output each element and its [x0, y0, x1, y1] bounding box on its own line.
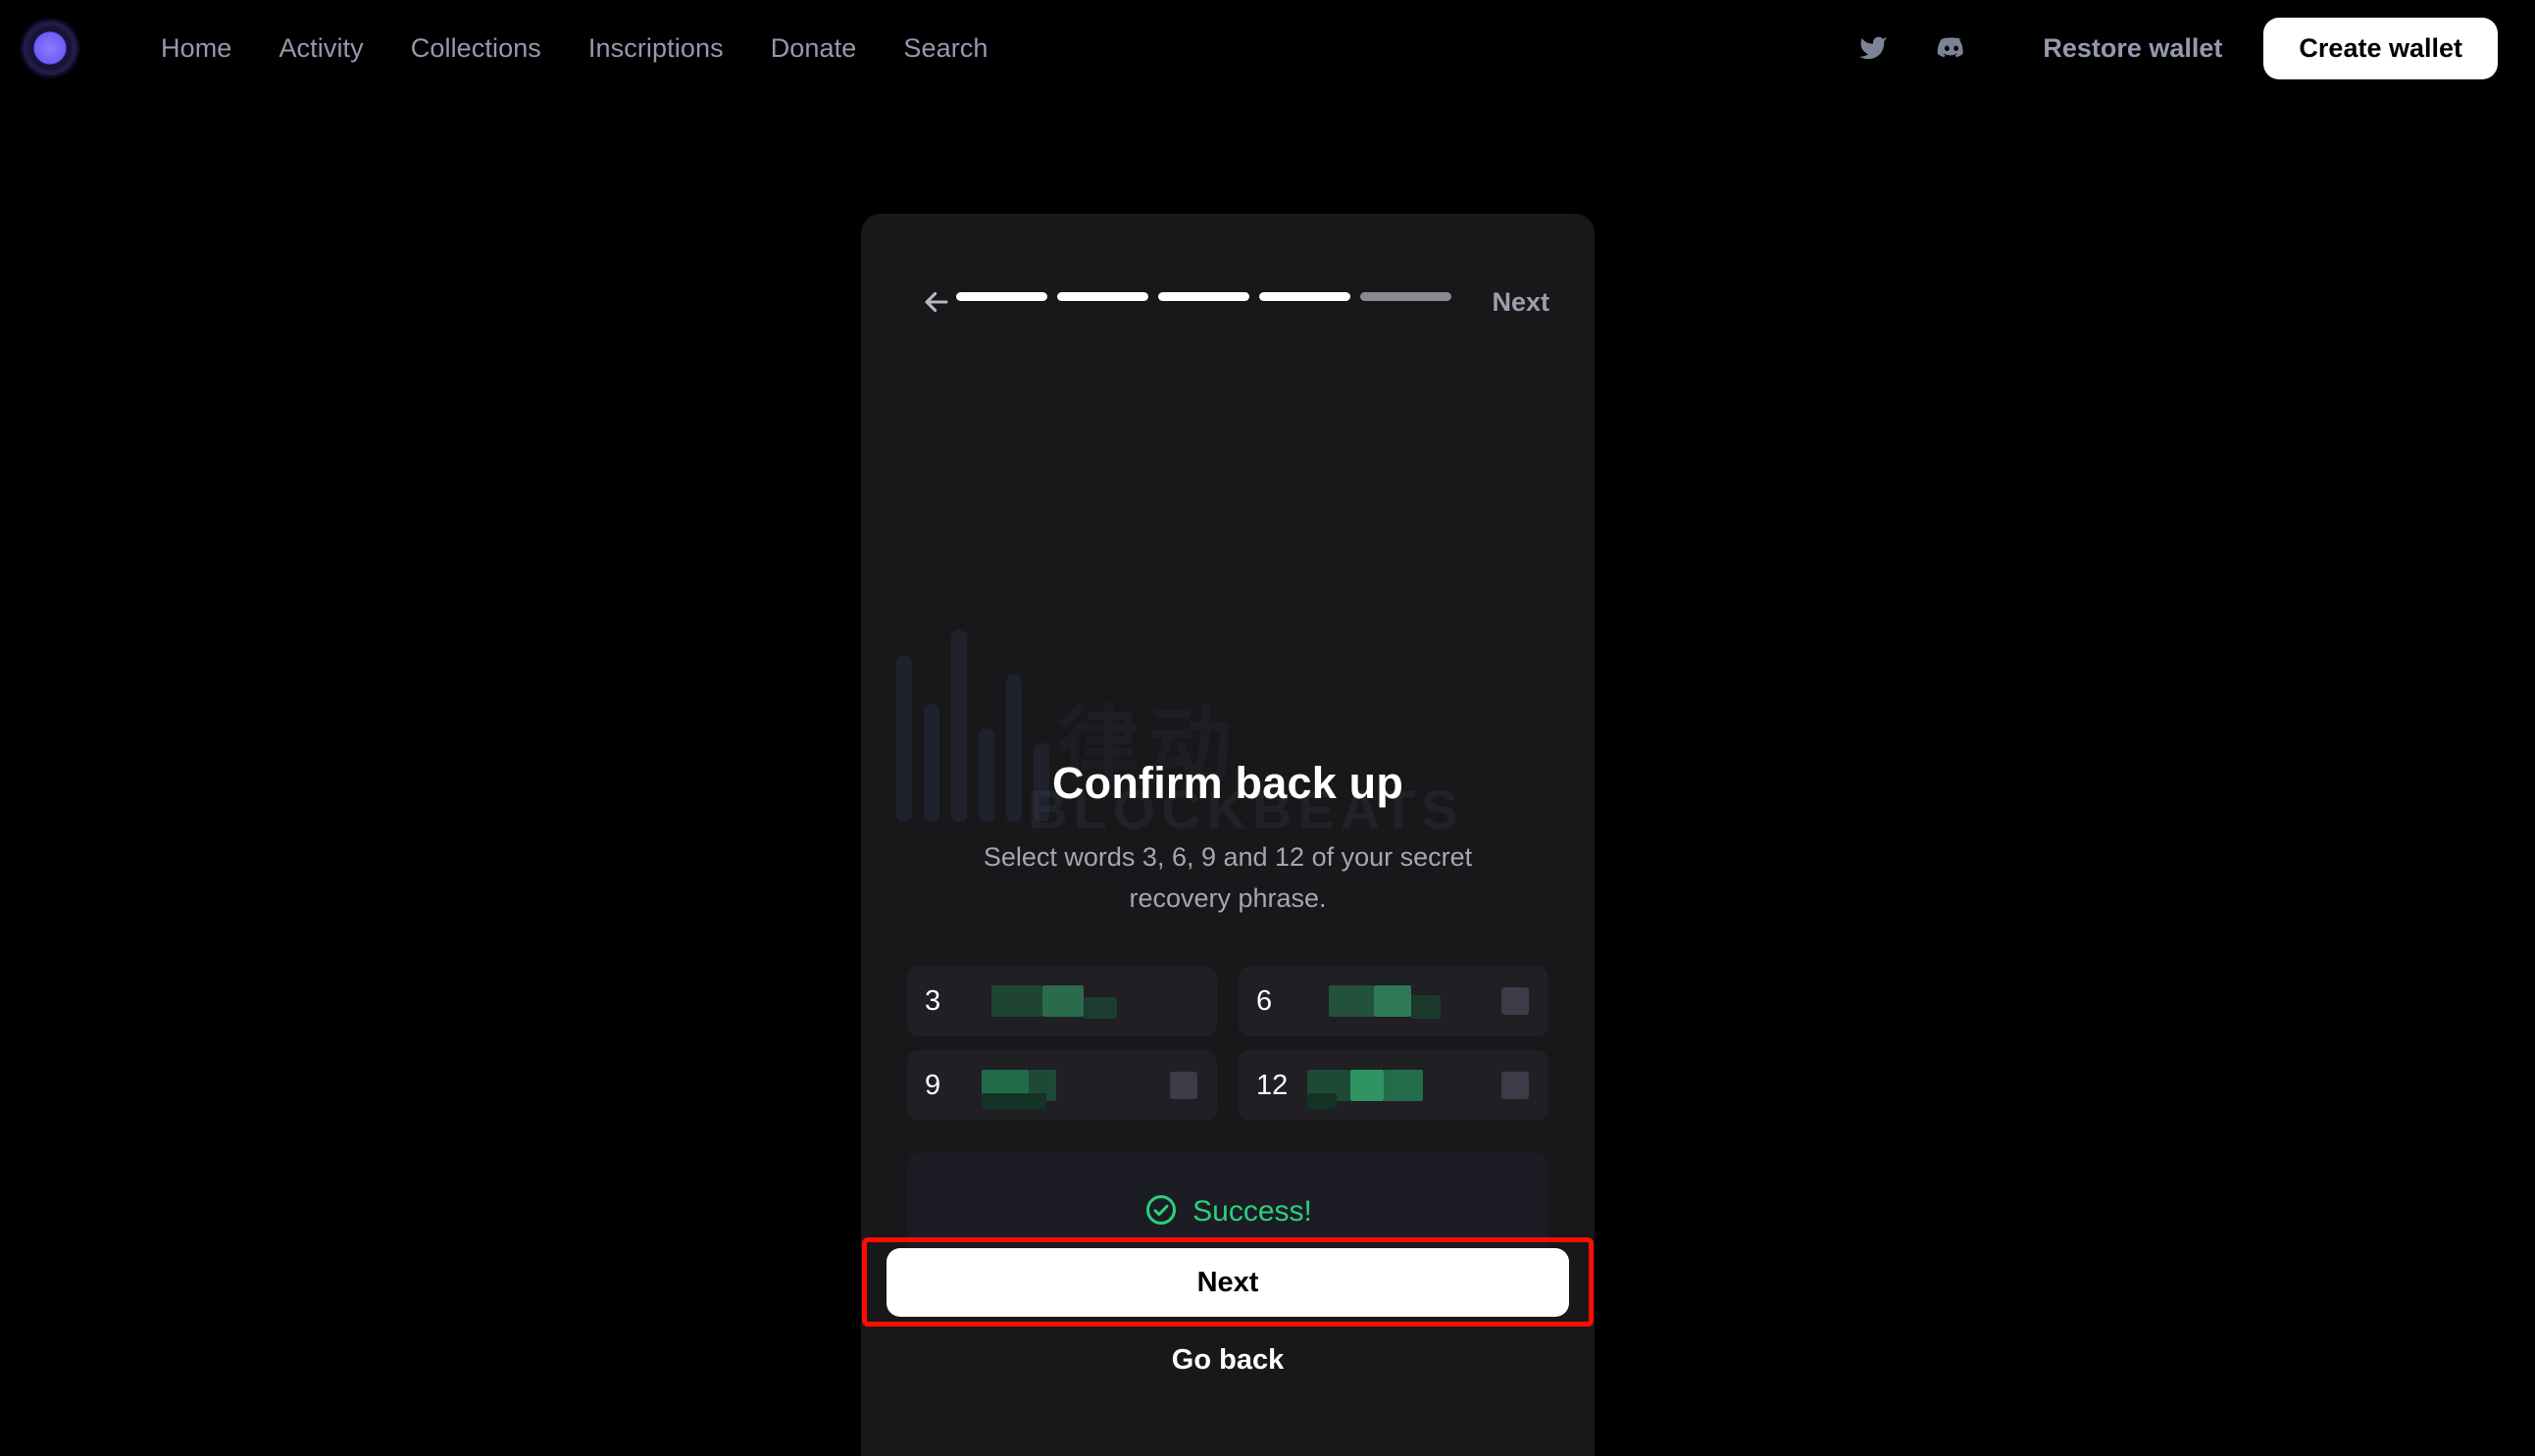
progress-segment-5	[1360, 292, 1451, 301]
twitter-icon[interactable]	[1851, 25, 1896, 71]
onboarding-card: 律动 BLOCKBEATS Next Confirm back up Selec…	[861, 214, 1595, 1456]
nav-item-home[interactable]: Home	[137, 33, 255, 64]
word-value-redacted	[972, 1064, 1199, 1109]
create-wallet-button[interactable]: Create wallet	[2263, 17, 2498, 79]
nav-item-search[interactable]: Search	[880, 33, 1011, 64]
status-badge: Success!	[1192, 1195, 1312, 1228]
progress-segment-4	[1259, 292, 1350, 301]
clear-word-chip[interactable]	[1501, 987, 1529, 1015]
discord-icon[interactable]	[1929, 25, 1974, 71]
word-index-label: 12	[1256, 1069, 1289, 1101]
restore-wallet-link[interactable]: Restore wallet	[2043, 33, 2222, 64]
nav-item-donate[interactable]: Donate	[747, 33, 881, 64]
go-back-link[interactable]: Go back	[861, 1327, 1595, 1377]
arrow-left-icon[interactable]	[914, 273, 959, 331]
page-title: Confirm back up	[1051, 758, 1404, 808]
word-index-label: 3	[925, 984, 941, 1017]
word-confirmation-grid: 3 6 9 12	[907, 966, 1548, 1121]
card-next-link[interactable]: Next	[1492, 273, 1549, 331]
word-input-6[interactable]: 6	[1239, 966, 1548, 1036]
nav-item-activity[interactable]: Activity	[255, 33, 386, 64]
clear-word-chip[interactable]	[1501, 1072, 1529, 1099]
gamma-circle-logo-icon[interactable]	[20, 18, 80, 78]
progress-bar	[956, 292, 1451, 301]
main-nav: Home Activity Collections Inscriptions D…	[137, 0, 1012, 96]
page-subtitle: Select words 3, 6, 9 and 12 of your secr…	[983, 842, 1473, 913]
word-value-redacted	[972, 979, 1199, 1023]
check-circle-icon	[1143, 1192, 1179, 1232]
nav-item-inscriptions[interactable]: Inscriptions	[565, 33, 747, 64]
progress-segment-2	[1057, 292, 1148, 301]
next-button[interactable]: Next	[887, 1248, 1569, 1317]
card-top-bar: Next	[861, 273, 1595, 331]
nav-item-collections[interactable]: Collections	[387, 33, 565, 64]
word-index-label: 9	[925, 1069, 941, 1101]
site-header: Home Activity Collections Inscriptions D…	[0, 0, 2535, 96]
word-input-9[interactable]: 9	[907, 1050, 1217, 1121]
clear-word-chip[interactable]	[1170, 1072, 1197, 1099]
word-value-redacted	[1303, 1064, 1531, 1109]
word-index-label: 6	[1256, 984, 1273, 1017]
word-input-12[interactable]: 12	[1239, 1050, 1548, 1121]
word-input-3[interactable]: 3	[907, 966, 1217, 1036]
header-actions: Restore wallet Create wallet	[1851, 0, 2498, 96]
progress-segment-3	[1158, 292, 1249, 301]
progress-segment-1	[956, 292, 1047, 301]
word-value-redacted	[1303, 979, 1531, 1023]
